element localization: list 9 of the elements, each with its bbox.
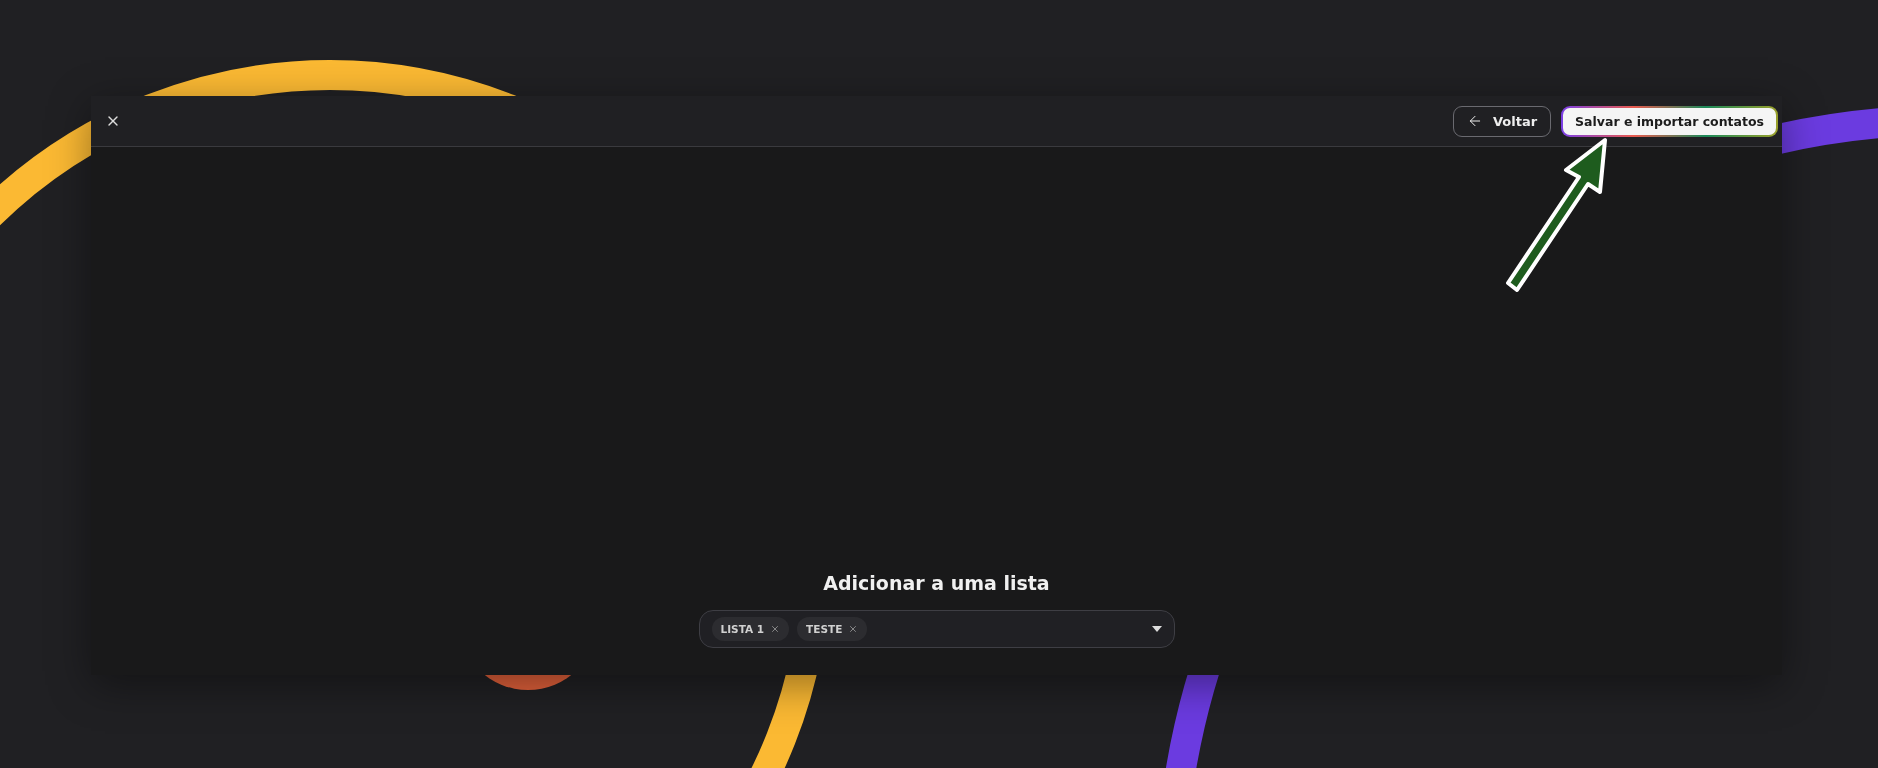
save-button[interactable]: Salvar e importar contatos <box>1561 105 1778 137</box>
tag-label: TESTE <box>806 623 843 635</box>
tag-label: LISTA 1 <box>720 623 765 635</box>
remove-icon[interactable] <box>848 624 859 634</box>
back-button[interactable]: Voltar <box>1452 105 1552 137</box>
remove-icon[interactable] <box>770 624 781 634</box>
list-select[interactable]: LISTA 1 TESTE <box>698 610 1175 648</box>
caret-icon[interactable] <box>1151 626 1162 632</box>
section-heading: Adicionar a uma lista <box>823 572 1050 594</box>
